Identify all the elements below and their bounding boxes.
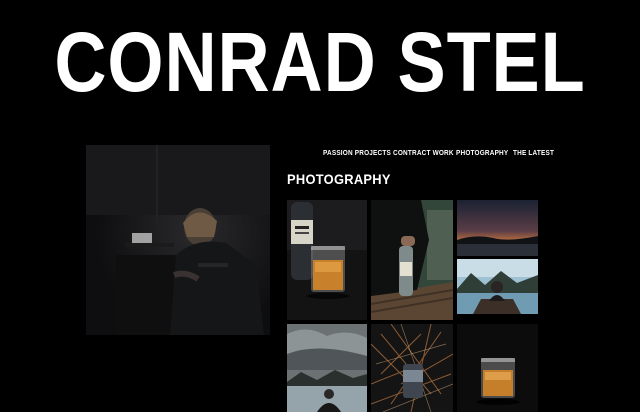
gallery-photo-7[interactable]: [457, 324, 538, 412]
nav-passion-projects[interactable]: PASSION PROJECTS: [323, 149, 391, 159]
gallery-photo-2[interactable]: [371, 200, 453, 320]
section-heading: PHOTOGRAPHY: [287, 171, 391, 187]
gallery-photo-4[interactable]: [457, 259, 538, 314]
gallery-photo-1[interactable]: [287, 200, 367, 320]
nav-the-latest[interactable]: THE LATEST: [513, 149, 554, 159]
site-title[interactable]: CONRAD STEL: [45, 20, 595, 104]
nav-contract-work[interactable]: CONTRACT WORK: [393, 149, 454, 159]
page: CONRAD STEL PASSION PROJECTS CONTRACT WO…: [0, 0, 640, 412]
gallery-photo-5[interactable]: [287, 324, 367, 412]
gallery-photo-3[interactable]: [457, 200, 538, 256]
portrait-photo: [86, 145, 270, 335]
nav-photography[interactable]: PHOTOGRAPHY: [456, 149, 508, 159]
gallery-photo-6[interactable]: [371, 324, 453, 412]
